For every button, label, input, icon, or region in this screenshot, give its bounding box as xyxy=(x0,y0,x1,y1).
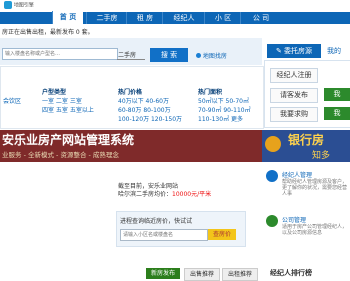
sale-recommend-button[interactable]: 出售推荐 xyxy=(184,268,220,281)
check-price-button[interactable]: 查房价 xyxy=(208,229,236,240)
green-button-2[interactable]: 我 xyxy=(324,107,350,120)
broker-manage-title: 经纪人管理 xyxy=(282,172,313,179)
filter-price-row[interactable]: 60-80万 80-100万 xyxy=(118,105,182,114)
district-link[interactable]: 会饮区 xyxy=(3,96,21,105)
assess-line2: 哈尔滨二手房均价： xyxy=(118,191,173,198)
filter-col-area: 热门面积 50㎡以下 50-70㎡ 70-90㎡ 90-110㎡ 110-130… xyxy=(198,87,251,123)
assess-line1: 截至目前，安乐业网站 xyxy=(118,183,179,190)
entrust-label: 委托房源 xyxy=(284,47,313,55)
search-type-line xyxy=(117,59,145,60)
broker-manage-section[interactable]: 经纪人管理 帮助经纪人管理房源及客户，更了解你的状况，需要您经营人事 xyxy=(266,170,350,197)
broker-register-button[interactable]: 经纪人注册 xyxy=(270,68,318,83)
filter-area-row[interactable]: 50㎡以下 50-70㎡ xyxy=(198,96,251,105)
entrust-tab[interactable]: ✎ 委托房源 xyxy=(267,44,321,58)
listing-notice: 房正在出售出租，最新发布 0 套。 xyxy=(2,29,94,36)
tab-community[interactable]: 小 区 xyxy=(204,12,241,24)
banner-title: 安乐业房产网站管理系统 xyxy=(2,133,135,147)
company-icon xyxy=(266,215,278,227)
coin-icon xyxy=(265,136,281,152)
tab-home[interactable]: 首 页 xyxy=(52,11,83,24)
tab-mine[interactable]: 我的 xyxy=(327,46,341,56)
filter-price-row[interactable]: 40万以下 40-60万 xyxy=(118,96,182,105)
banner[interactable]: 安乐业房产网站管理系统 业服务 - 全新模式 - 资源整合 - 成熟理念 xyxy=(0,130,262,162)
search-button[interactable]: 搜 索 xyxy=(150,48,188,62)
map-pin-icon xyxy=(196,53,201,58)
banner-ad-text: 银行房 xyxy=(288,133,325,147)
broker-icon xyxy=(266,170,278,182)
broker-manage-desc: 帮助经纪人管理房源及客户，更了解你的状况，需要您经营人事 xyxy=(282,179,348,197)
logo[interactable]: 地图引擎 xyxy=(4,1,34,11)
broker-rank-title: 经纪人排行榜 xyxy=(270,269,312,277)
filter-area-row[interactable]: 110-130㎡ 更多 xyxy=(198,114,251,123)
search-type-select[interactable]: 二手房 xyxy=(118,50,136,59)
filter-type-row[interactable]: 一室 二室 三室 xyxy=(42,96,94,105)
assess-hint: 进程查询临近房价，快试试 xyxy=(120,218,193,225)
map-search-label: 地图找房 xyxy=(202,53,227,60)
search-input[interactable] xyxy=(2,48,118,60)
assess-text: 截至目前，安乐业网站 哈尔滨二手房均价：10000元/平米 xyxy=(118,183,211,199)
filter-area-title: 热门面积 xyxy=(198,89,223,96)
tab-secondhand[interactable]: 二手房 xyxy=(86,12,127,24)
filter-type-row[interactable]: 四室 五室 五室以上 xyxy=(42,105,94,114)
banner-subtitle: 业服务 - 全新模式 - 资源整合 - 成熟理念 xyxy=(2,151,119,159)
tab-rent[interactable]: 租 房 xyxy=(126,12,163,24)
tab-broker[interactable]: 经纪人 xyxy=(162,12,205,24)
community-search-input[interactable] xyxy=(120,229,208,241)
banner-ad[interactable]: 银行房 知多 xyxy=(262,130,350,162)
publish-request-button[interactable]: 请客发布 xyxy=(270,88,318,103)
banner-ad-sub: 知多 xyxy=(312,151,331,161)
new-house-button[interactable]: 新房发布 xyxy=(146,268,180,279)
rent-recommend-button[interactable]: 出租推荐 xyxy=(222,268,258,281)
company-manage-desc: 适用于房产公司管理经纪人，以及公司房源信息 xyxy=(282,224,348,236)
house-logo-icon xyxy=(4,1,12,9)
map-search-link[interactable]: 地图找房 xyxy=(196,51,227,60)
filter-price-title: 热门价格 xyxy=(118,89,143,96)
filter-price-row[interactable]: 100-120万 120-150万 xyxy=(118,114,182,123)
average-price: 10000元/平米 xyxy=(172,191,212,198)
logo-text: 地图引擎 xyxy=(13,2,34,9)
filter-col-price: 热门价格 40万以下 40-60万 60-80万 80-100万 100-120… xyxy=(118,87,182,123)
company-manage-title: 公司管理 xyxy=(282,217,307,224)
pencil-icon: ✎ xyxy=(275,47,282,55)
want-buy-button[interactable]: 我要求购 xyxy=(270,107,318,122)
filter-area-row[interactable]: 70-90㎡ 90-110㎡ xyxy=(198,105,251,114)
green-button-1[interactable]: 我 xyxy=(324,88,350,101)
tab-company[interactable]: 公 司 xyxy=(240,12,281,24)
company-manage-section[interactable]: 公司管理 适用于房产公司管理经纪人，以及公司房源信息 xyxy=(266,215,350,236)
filter-col-type: 户型类型 一室 二室 三室 四室 五室 五室以上 xyxy=(42,87,94,114)
filter-type-title: 户型类型 xyxy=(42,89,67,96)
